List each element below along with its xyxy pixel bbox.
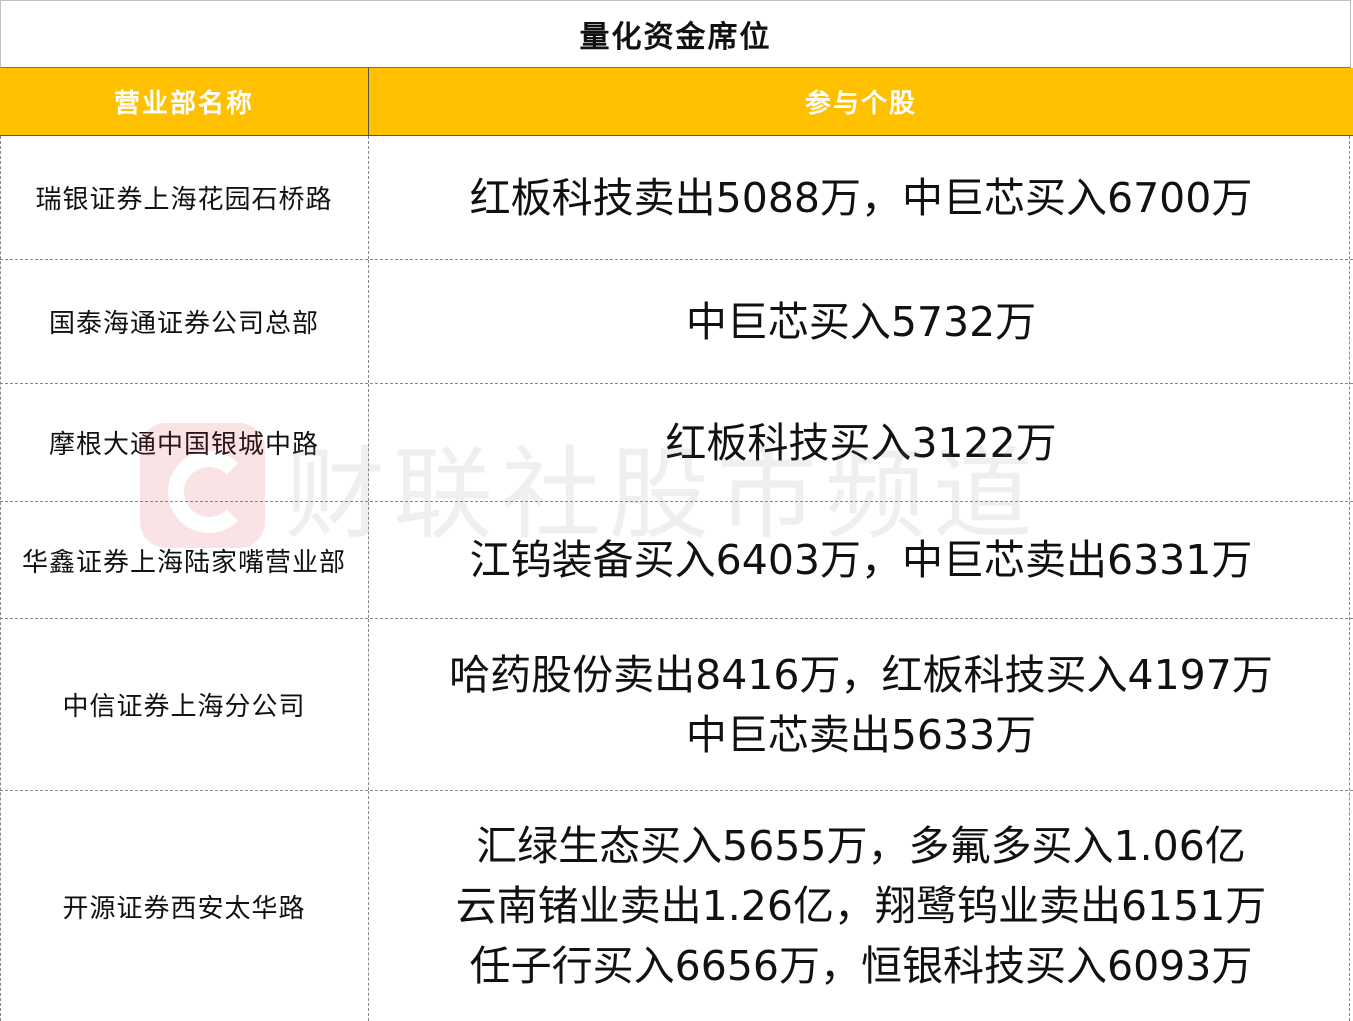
stock-line: 红板科技买入3122万 (665, 418, 1057, 467)
stock-line: 哈药股份卖出8416万，红板科技买入4197万 (449, 650, 1273, 699)
branch-name: 摩根大通中国银城中路 (0, 384, 369, 501)
stock-line: 云南锗业卖出1.26亿，翔鹭钨业卖出6151万 (455, 882, 1267, 930)
table-right-border (1349, 136, 1351, 1021)
stock-line: 江钨装备买入6403万，中巨芯卖出6331万 (469, 536, 1253, 584)
branch-name: 中信证券上海分公司 (0, 619, 369, 790)
table-row: 瑞银证券上海花园石桥路 红板科技卖出5088万，中巨芯买入6700万 (0, 136, 1353, 260)
stocks-cell: 红板科技买入3122万 (369, 384, 1353, 501)
table-row: 中信证券上海分公司 哈药股份卖出8416万，红板科技买入4197万 中巨芯卖出5… (0, 619, 1353, 791)
branch-name: 华鑫证券上海陆家嘴营业部 (0, 502, 369, 618)
stock-line: 红板科技卖出5088万，中巨芯买入6700万 (469, 173, 1253, 222)
stocks-cell: 汇绿生态买入5655万，多氟多买入1.06亿 云南锗业卖出1.26亿，翔鹭钨业卖… (369, 791, 1353, 1021)
stocks-cell: 江钨装备买入6403万，中巨芯卖出6331万 (369, 502, 1353, 618)
quant-seats-table: 量化资金席位 营业部名称 参与个股 瑞银证券上海花园石桥路 红板科技卖出5088… (0, 0, 1353, 1021)
stocks-cell: 红板科技卖出5088万，中巨芯买入6700万 (369, 136, 1353, 259)
stock-line: 任子行买入6656万，恒银科技买入6093万 (469, 942, 1253, 990)
table-left-border (0, 136, 2, 1021)
stock-line: 中巨芯买入5732万 (685, 297, 1037, 346)
header-branch-name: 营业部名称 (0, 68, 369, 135)
table-row: 开源证券西安太华路 汇绿生态买入5655万，多氟多买入1.06亿 云南锗业卖出1… (0, 791, 1353, 1021)
table-row: 华鑫证券上海陆家嘴营业部 江钨装备买入6403万，中巨芯卖出6331万 (0, 502, 1353, 619)
stocks-cell: 中巨芯买入5732万 (369, 260, 1353, 383)
stocks-cell: 哈药股份卖出8416万，红板科技买入4197万 中巨芯卖出5633万 (369, 619, 1353, 790)
branch-name: 国泰海通证券公司总部 (0, 260, 369, 383)
table-row: 国泰海通证券公司总部 中巨芯买入5732万 (0, 260, 1353, 384)
branch-name: 开源证券西安太华路 (0, 791, 369, 1021)
branch-name: 瑞银证券上海花园石桥路 (0, 136, 369, 259)
header-stocks: 参与个股 (804, 89, 917, 119)
table-row: 摩根大通中国银城中路 红板科技买入3122万 (0, 384, 1353, 502)
table-header-row: 营业部名称 参与个股 (0, 68, 1353, 136)
stock-line: 汇绿生态买入5655万，多氟多买入1.06亿 (476, 822, 1246, 870)
table-title: 量化资金席位 (0, 0, 1351, 68)
stock-line: 中巨芯卖出5633万 (685, 710, 1037, 759)
